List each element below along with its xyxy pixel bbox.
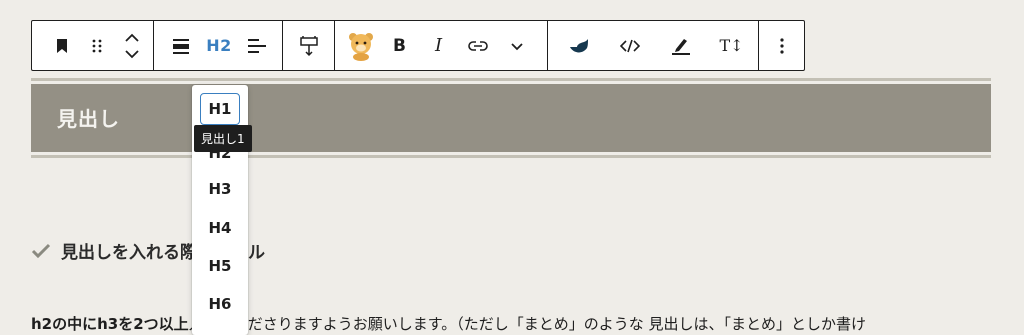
bookmark-icon <box>56 38 67 53</box>
text-size-icon: T↕ <box>719 36 744 55</box>
toolbar-group-heading: H2 <box>154 21 283 70</box>
chevron-down-icon <box>510 42 523 50</box>
code-button[interactable] <box>604 21 655 70</box>
width-icon <box>299 35 318 56</box>
drag-handle-icon <box>92 39 101 52</box>
heading-block[interactable]: 見出し <box>31 78 991 158</box>
link-icon <box>467 40 488 51</box>
paragraph-bold-text: h2の中にh3を2つ以上 <box>31 315 189 333</box>
heading-option-h5[interactable]: H5 <box>200 250 240 282</box>
heading-option-h4[interactable]: H4 <box>200 212 240 244</box>
highlight-icon <box>671 38 690 55</box>
heading-option-h6[interactable]: H6 <box>200 288 240 320</box>
paragraph-text: 入れてくださりますようお願いします。（ただし「まとめ」のような 見出しは、「まと… <box>188 315 867 333</box>
align-left-icon <box>248 38 266 53</box>
heading-level-button[interactable]: H2 <box>200 21 238 70</box>
width-button[interactable] <box>289 21 329 70</box>
bold-button[interactable]: B <box>380 21 419 70</box>
block-toolbar: H2 B I T↕ <box>31 20 805 71</box>
toolbar-group-width <box>283 21 335 70</box>
heading-level-label: H2 <box>206 36 232 55</box>
bookmark-button[interactable] <box>44 21 79 70</box>
heading-background <box>31 84 991 152</box>
paragraph[interactable]: h2の中にh3を2つ以上入れてくださりますようお願いします。（ただし「まとめ」の… <box>31 313 1001 334</box>
move-up-down-button[interactable] <box>114 21 149 70</box>
more-options-icon <box>779 37 784 54</box>
text-align-button[interactable] <box>238 21 276 70</box>
toolbar-group-block <box>32 21 154 70</box>
toolbar-group-extra: T↕ <box>548 21 759 70</box>
mascot-button[interactable] <box>341 21 380 70</box>
align-button[interactable] <box>162 21 200 70</box>
code-icon <box>619 39 640 52</box>
more-formats-button[interactable] <box>497 21 536 70</box>
bear-icon <box>348 32 373 61</box>
align-icon <box>173 38 189 54</box>
heading-level-dropdown: H1 H2 H3 H4 H5 H6 <box>192 85 248 335</box>
drag-handle[interactable] <box>79 21 114 70</box>
heading-text[interactable]: 見出し <box>57 103 120 132</box>
checkmark-icon <box>31 243 51 259</box>
brush-icon <box>569 38 588 52</box>
brush-button[interactable] <box>553 21 604 70</box>
link-button[interactable] <box>458 21 497 70</box>
highlight-button[interactable] <box>655 21 706 70</box>
italic-button[interactable]: I <box>419 21 458 70</box>
toolbar-group-format: B I <box>335 21 548 70</box>
heading-level-tooltip: 見出し1 <box>194 125 252 152</box>
text-size-button[interactable]: T↕ <box>706 21 757 70</box>
toolbar-group-options <box>759 21 804 70</box>
move-up-down-icon <box>124 33 139 58</box>
heading-option-h1[interactable]: H1 <box>200 93 240 125</box>
options-button[interactable] <box>764 21 799 70</box>
heading-option-h3[interactable]: H3 <box>200 173 240 205</box>
